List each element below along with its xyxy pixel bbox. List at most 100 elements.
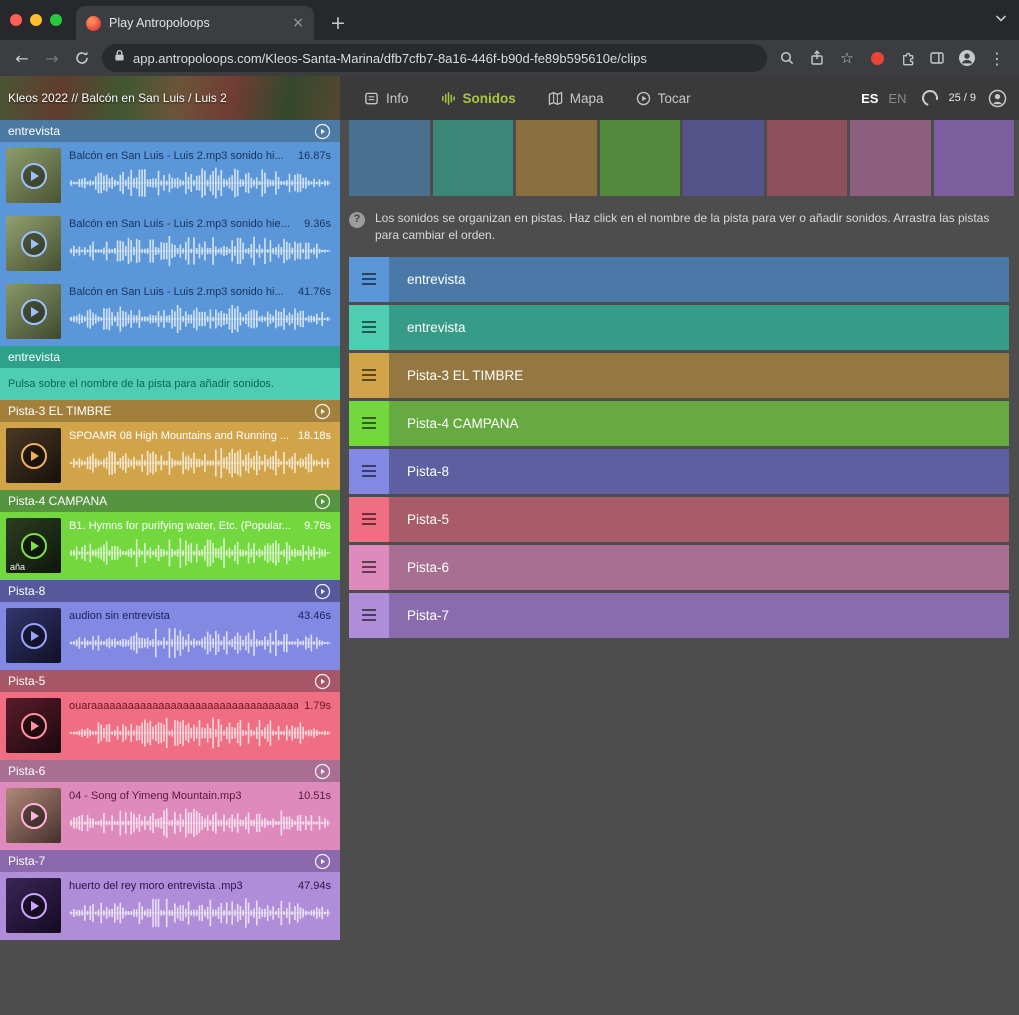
track-label: Pista-6 xyxy=(407,560,449,575)
tab-tocar[interactable]: Tocar xyxy=(636,91,691,106)
track-name-button[interactable]: Pista-7 xyxy=(389,593,1009,638)
track-section-header[interactable]: entrevista xyxy=(0,120,340,142)
clip-play-icon[interactable] xyxy=(21,803,47,829)
clip-duration: 1.79s xyxy=(304,699,331,713)
clip-thumbnail[interactable]: aña xyxy=(6,518,61,573)
tab-sonidos[interactable]: Sonidos xyxy=(441,91,516,106)
track-section-header[interactable]: Pista-7 xyxy=(0,850,340,872)
bookmark-star-icon[interactable]: ☆ xyxy=(833,44,861,72)
tab-mapa[interactable]: Mapa xyxy=(548,91,604,106)
profile-avatar[interactable] xyxy=(953,44,981,72)
section-play-button[interactable] xyxy=(314,673,331,690)
section-play-button[interactable] xyxy=(314,763,331,780)
extensions-puzzle-icon[interactable] xyxy=(893,44,921,72)
track-name-button[interactable]: Pista-3 EL TIMBRE xyxy=(389,353,1009,398)
track-row: Pista-5 xyxy=(349,497,1009,542)
track-swatch[interactable] xyxy=(683,120,764,196)
track-name-button[interactable]: Pista-4 CAMPANA xyxy=(389,401,1009,446)
clip-play-icon[interactable] xyxy=(21,163,47,189)
clip-play-icon[interactable] xyxy=(21,231,47,257)
audio-clip[interactable]: ouaraaaaaaaaaaaaaaaaaaaaaaaaaaaaaaaaaaaa… xyxy=(0,692,340,760)
clip-play-icon[interactable] xyxy=(21,443,47,469)
track-drag-handle[interactable] xyxy=(349,449,389,494)
lang-es-button[interactable]: ES xyxy=(861,91,878,106)
drag-handle-icon xyxy=(362,417,376,419)
reload-button[interactable] xyxy=(68,44,96,72)
side-panel-icon[interactable] xyxy=(923,44,951,72)
section-play-button[interactable] xyxy=(314,583,331,600)
audio-clip[interactable]: audion sin entrevista43.46s xyxy=(0,602,340,670)
track-section-header[interactable]: Pista-5 xyxy=(0,670,340,692)
track-swatch[interactable] xyxy=(433,120,514,196)
section-play-button[interactable] xyxy=(314,493,331,510)
drag-handle-icon xyxy=(362,326,376,328)
clip-play-icon[interactable] xyxy=(21,623,47,649)
record-extension-icon[interactable] xyxy=(863,44,891,72)
track-drag-handle[interactable] xyxy=(349,497,389,542)
track-section-header[interactable]: Pista-6 xyxy=(0,760,340,782)
track-swatch[interactable] xyxy=(767,120,848,196)
audio-clip[interactable]: Balcón en San Luis - Luis 2.mp3 sonido h… xyxy=(0,142,340,210)
audio-clip[interactable]: añaB1. Hymns for purifying water, Etc. (… xyxy=(0,512,340,580)
clip-thumbnail[interactable] xyxy=(6,284,61,339)
section-play-button[interactable] xyxy=(314,403,331,420)
audio-clip[interactable]: 04 - Song of Yimeng Mountain.mp310.51s xyxy=(0,782,340,850)
minimize-window-button[interactable] xyxy=(30,14,42,26)
clip-thumbnail[interactable] xyxy=(6,878,61,933)
audio-clip[interactable]: SPOAMR 08 High Mountains and Running ...… xyxy=(0,422,340,490)
clip-play-icon[interactable] xyxy=(21,893,47,919)
audio-clip[interactable]: Balcón en San Luis - Luis 2.mp3 sonido h… xyxy=(0,278,340,346)
forward-button[interactable]: → xyxy=(38,44,66,72)
clip-thumbnail[interactable] xyxy=(6,698,61,753)
track-drag-handle[interactable] xyxy=(349,401,389,446)
new-tab-button[interactable]: + xyxy=(330,12,346,34)
clip-thumbnail[interactable] xyxy=(6,216,61,271)
tab-info[interactable]: Info xyxy=(364,91,409,106)
track-name-button[interactable]: Pista-6 xyxy=(389,545,1009,590)
clip-play-icon[interactable] xyxy=(21,713,47,739)
back-button[interactable]: ← xyxy=(8,44,36,72)
track-name-button[interactable]: Pista-8 xyxy=(389,449,1009,494)
clip-thumbnail[interactable] xyxy=(6,788,61,843)
browser-tab[interactable]: Play Antropoloops × xyxy=(76,6,314,40)
track-drag-handle[interactable] xyxy=(349,593,389,638)
clip-thumbnail[interactable] xyxy=(6,608,61,663)
address-bar[interactable]: app.antropoloops.com/Kleos-Santa-Marina/… xyxy=(102,44,767,72)
track-swatch[interactable] xyxy=(600,120,681,196)
lang-en-button[interactable]: EN xyxy=(888,91,906,106)
track-section-header[interactable]: Pista-8 xyxy=(0,580,340,602)
track-name-button[interactable]: entrevista xyxy=(389,257,1009,302)
track-section-header[interactable]: entrevista xyxy=(0,346,340,368)
track-name-button[interactable]: Pista-5 xyxy=(389,497,1009,542)
track-swatch[interactable] xyxy=(349,120,430,196)
breadcrumb[interactable]: Kleos 2022 // Balcón en San Luis / Luis … xyxy=(0,76,340,120)
track-name-button[interactable]: entrevista xyxy=(389,305,1009,350)
clip-body: SPOAMR 08 High Mountains and Running ...… xyxy=(69,428,331,484)
tab-list-chevron-icon[interactable] xyxy=(995,10,1007,28)
section-play-button[interactable] xyxy=(314,853,331,870)
track-drag-handle[interactable] xyxy=(349,545,389,590)
track-swatch[interactable] xyxy=(516,120,597,196)
clip-play-icon[interactable] xyxy=(21,533,47,559)
track-swatch[interactable] xyxy=(934,120,1015,196)
tab-close-icon[interactable]: × xyxy=(292,15,304,31)
close-window-button[interactable] xyxy=(10,14,22,26)
section-play-button[interactable] xyxy=(314,123,331,140)
track-drag-handle[interactable] xyxy=(349,257,389,302)
account-icon[interactable] xyxy=(988,89,1007,108)
clip-thumbnail[interactable] xyxy=(6,148,61,203)
fullscreen-window-button[interactable] xyxy=(50,14,62,26)
browser-menu-icon[interactable]: ⋮ xyxy=(983,44,1011,72)
audio-clip[interactable]: huerto del rey moro entrevista .mp347.94… xyxy=(0,872,340,940)
track-drag-handle[interactable] xyxy=(349,353,389,398)
track-swatch[interactable] xyxy=(850,120,931,196)
lock-icon[interactable] xyxy=(114,49,125,67)
clip-play-icon[interactable] xyxy=(21,299,47,325)
audio-clip[interactable]: Balcón en San Luis - Luis 2.mp3 sonido h… xyxy=(0,210,340,278)
track-section-header[interactable]: Pista-3 EL TIMBRE xyxy=(0,400,340,422)
track-section-header[interactable]: Pista-4 CAMPANA xyxy=(0,490,340,512)
zoom-icon[interactable] xyxy=(773,44,801,72)
track-drag-handle[interactable] xyxy=(349,305,389,350)
clip-thumbnail[interactable] xyxy=(6,428,61,483)
share-icon[interactable] xyxy=(803,44,831,72)
